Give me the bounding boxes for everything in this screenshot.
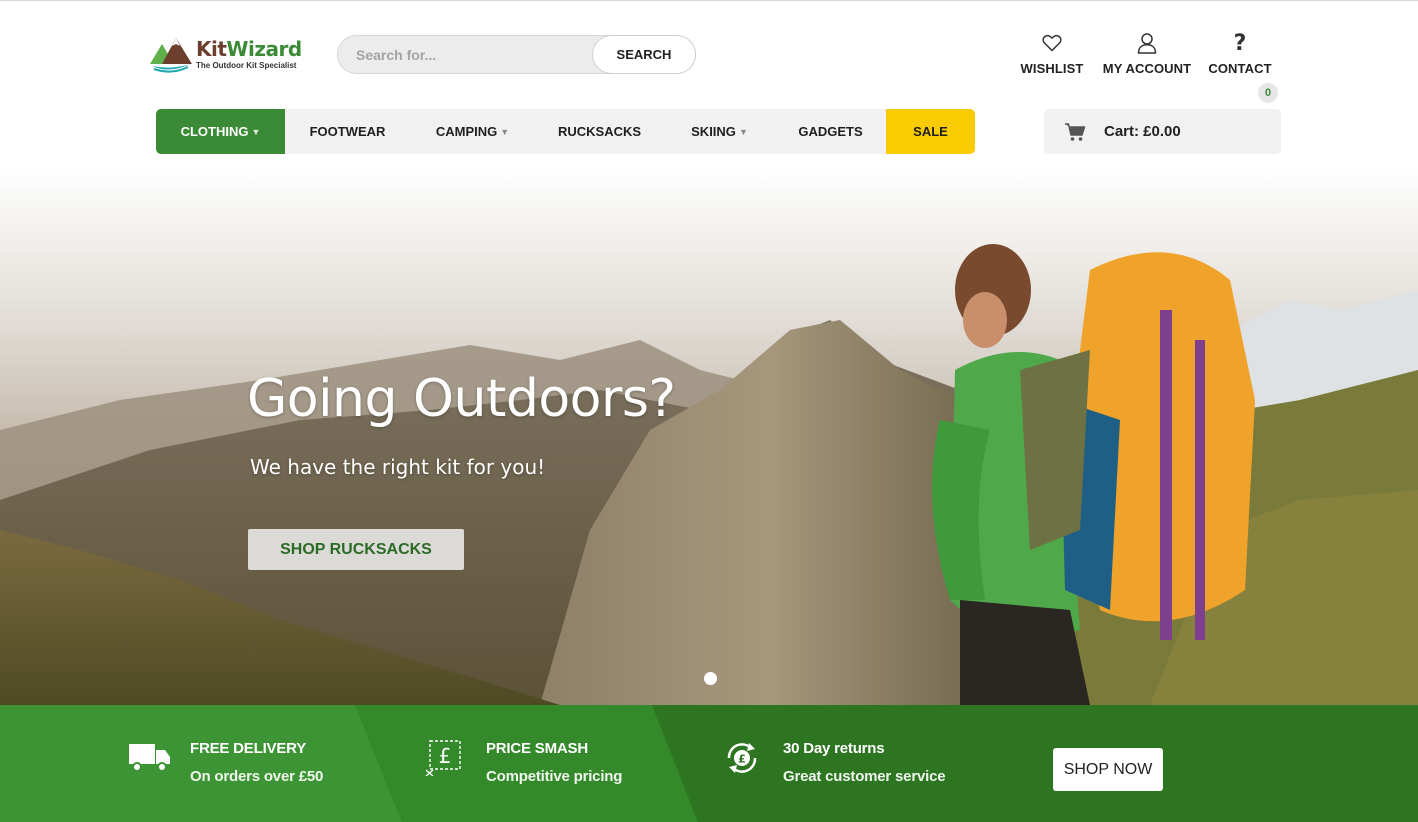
price-tag-icon: £ bbox=[425, 740, 461, 776]
hero-title: Going Outdoors? bbox=[247, 369, 676, 429]
nav-item-camping[interactable]: CAMPING ▼ bbox=[410, 109, 535, 154]
shop-now-button[interactable]: SHOP NOW bbox=[1053, 748, 1163, 791]
search-button[interactable]: SEARCH bbox=[592, 35, 696, 74]
chevron-down-icon: ▼ bbox=[738, 126, 748, 137]
feature-subtitle: On orders over £50 bbox=[190, 768, 324, 785]
heart-icon bbox=[1019, 30, 1085, 56]
nav-camping-label: CAMPING bbox=[435, 124, 498, 139]
logo-tagline: The Outdoor Kit Specialist bbox=[196, 60, 297, 70]
features-band: FREE DELIVERY On orders over £50 £ PRICE… bbox=[0, 705, 1418, 822]
returns-icon: £ bbox=[727, 743, 757, 773]
slider-dot[interactable] bbox=[704, 672, 717, 685]
my-account-label: MY ACCOUNT bbox=[1102, 61, 1192, 76]
nav-gadgets-label: GADGETS bbox=[798, 124, 863, 139]
search-input[interactable] bbox=[356, 36, 586, 73]
nav-item-footwear[interactable]: FOOTWEAR bbox=[285, 109, 410, 154]
nav-footwear-label: FOOTWEAR bbox=[309, 124, 386, 139]
nav-item-clothing[interactable]: CLOTHING ▼ bbox=[156, 109, 285, 154]
hero-background-image bbox=[0, 170, 1418, 705]
top-border bbox=[0, 0, 1418, 1]
logo-name-kit: Kit bbox=[196, 36, 227, 61]
feature-title: FREE DELIVERY bbox=[190, 740, 307, 757]
wishlist-link[interactable]: WISHLIST bbox=[1019, 30, 1085, 76]
wishlist-label: WISHLIST bbox=[1020, 61, 1084, 76]
logo-mountain-icon bbox=[148, 34, 194, 74]
my-account-link[interactable]: MY ACCOUNT bbox=[1102, 30, 1192, 76]
shop-rucksacks-button[interactable]: SHOP RUCKSACKS bbox=[248, 529, 464, 570]
search-bar: SEARCH bbox=[337, 35, 696, 74]
svg-text:£: £ bbox=[738, 753, 746, 766]
cart-total-label: Cart: £0.00 bbox=[1104, 123, 1181, 140]
feature-title: PRICE SMASH bbox=[486, 740, 588, 757]
chevron-down-icon: ▼ bbox=[500, 126, 510, 137]
logo[interactable]: KitWizard The Outdoor Kit Specialist bbox=[148, 34, 308, 74]
feature-subtitle: Competitive pricing bbox=[486, 768, 623, 785]
feature-free-delivery: FREE DELIVERY On orders over £50 bbox=[128, 740, 323, 785]
cart-button[interactable]: Cart: £0.00 bbox=[1044, 109, 1281, 154]
contact-link[interactable]: ? CONTACT bbox=[1207, 30, 1273, 77]
feature-subtitle: Great customer service bbox=[783, 768, 946, 785]
svg-text:£: £ bbox=[439, 744, 452, 768]
nav-item-rucksacks[interactable]: RUCKSACKS bbox=[535, 109, 664, 154]
nav-sale-label: SALE bbox=[913, 124, 948, 139]
main-navigation: CLOTHING ▼ FOOTWEAR CAMPING ▼ RUCKSACKS SK… bbox=[156, 109, 975, 154]
cart-count-badge: 0 bbox=[1258, 83, 1278, 103]
contact-label: CONTACT bbox=[1208, 61, 1272, 76]
truck-icon bbox=[129, 744, 170, 772]
hero-subtitle: We have the right kit for you! bbox=[250, 455, 546, 479]
nav-item-gadgets[interactable]: GADGETS bbox=[775, 109, 886, 154]
user-icon bbox=[1102, 30, 1192, 56]
chevron-down-icon: ▼ bbox=[251, 126, 261, 137]
logo-name-wizard: Wizard bbox=[226, 36, 302, 61]
nav-item-skiing[interactable]: SKIING ▼ bbox=[664, 109, 775, 154]
nav-item-sale[interactable]: SALE bbox=[886, 109, 975, 154]
nav-clothing-label: CLOTHING bbox=[180, 124, 249, 139]
feature-returns: £ 30 Day returns Great customer service bbox=[721, 740, 946, 785]
hero-banner: Going Outdoors? We have the right kit fo… bbox=[0, 170, 1418, 705]
nav-rucksacks-label: RUCKSACKS bbox=[557, 124, 642, 139]
question-icon: ? bbox=[1233, 30, 1247, 56]
feature-price-smash: £ PRICE SMASH Competitive pricing bbox=[424, 740, 622, 785]
nav-skiing-label: SKIING bbox=[691, 124, 736, 139]
feature-title: 30 Day returns bbox=[783, 740, 885, 757]
cart-icon bbox=[1065, 122, 1086, 141]
